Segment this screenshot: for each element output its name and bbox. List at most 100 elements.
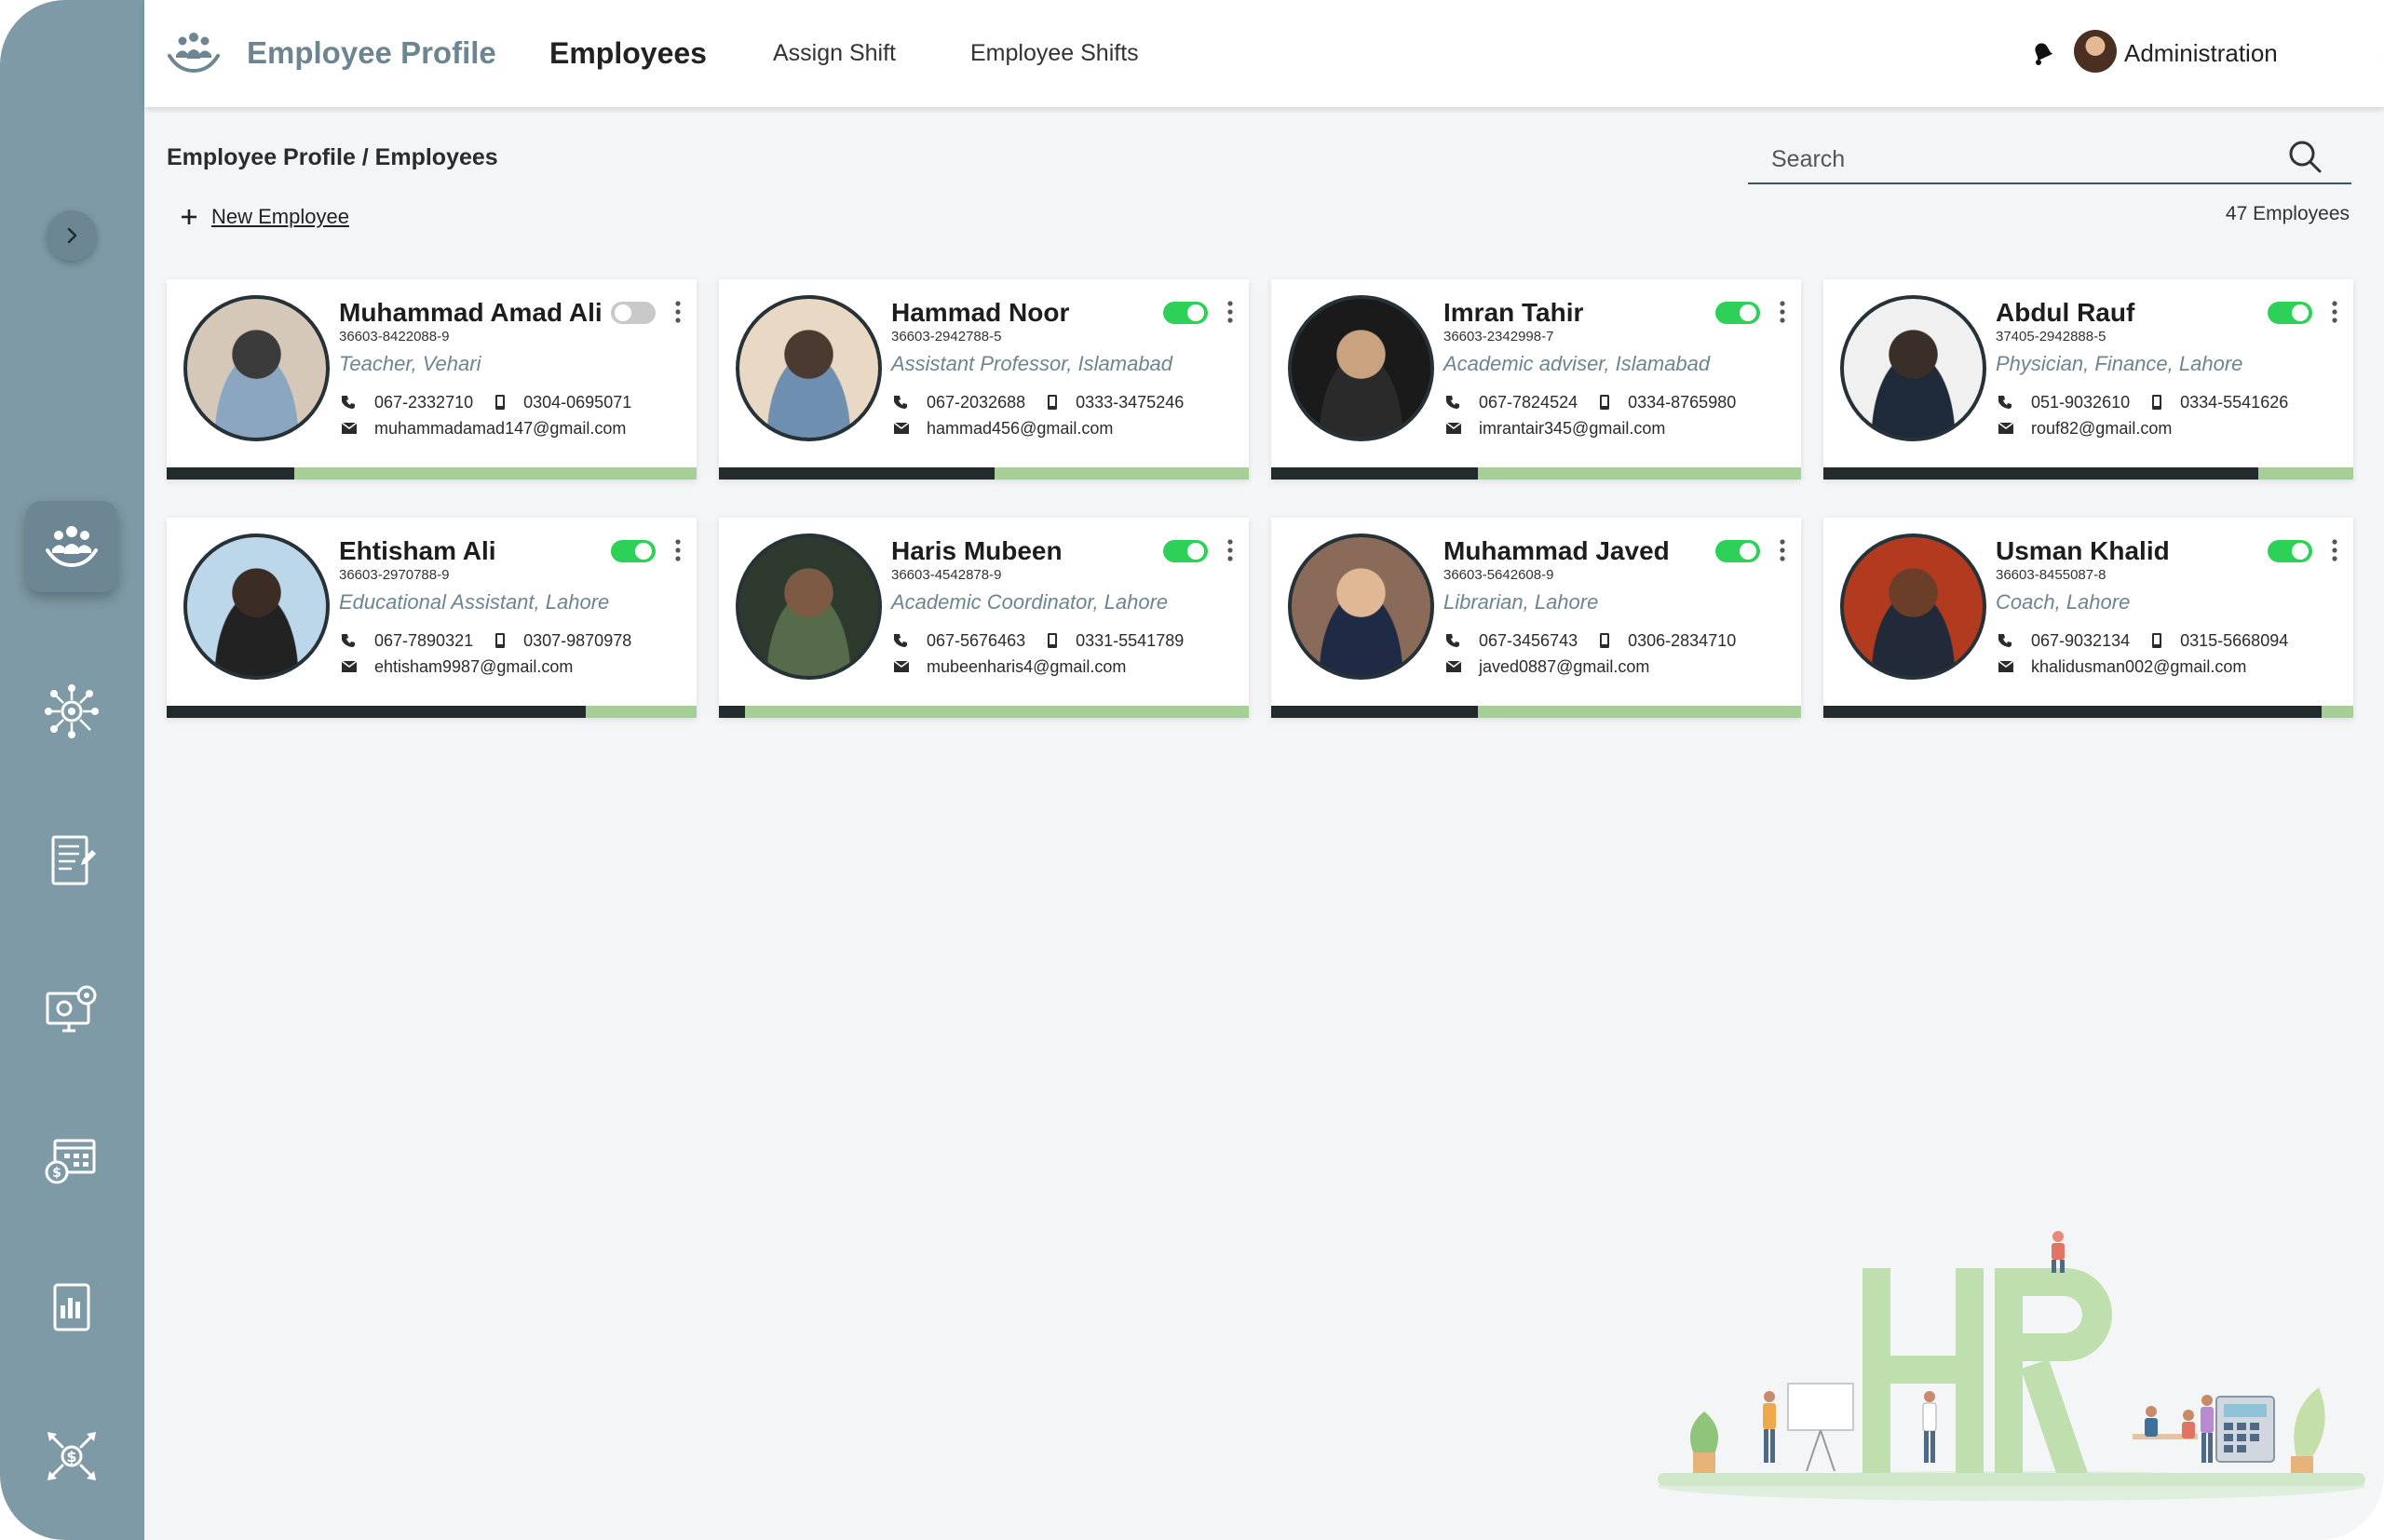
employee-mobile: 0315-5668094 xyxy=(2180,630,2289,650)
employee-name[interactable]: Abdul Rauf xyxy=(1996,298,2134,328)
sidebar-item-monitor-settings[interactable] xyxy=(26,965,117,1056)
phone-icon xyxy=(891,392,912,412)
profile-progress-bar xyxy=(719,706,1249,718)
sidebar-item-employees[interactable] xyxy=(26,501,117,592)
employee-mobile: 0304-0695071 xyxy=(523,392,632,412)
profile-progress-fill xyxy=(719,467,995,480)
employee-email[interactable]: javed0887@gmail.com xyxy=(1479,657,1649,677)
search-icon[interactable] xyxy=(2286,138,2323,175)
employee-status-toggle[interactable] xyxy=(2268,302,2312,324)
card-more-options-icon[interactable] xyxy=(674,300,682,324)
employee-email[interactable]: hammad456@gmail.com xyxy=(927,419,1113,439)
employee-card[interactable]: Haris Mubeen 36603-4542878-9 Academic Co… xyxy=(719,518,1249,718)
employee-cnic: 36603-8422088-9 xyxy=(339,329,450,344)
profile-progress-fill xyxy=(167,706,586,718)
card-more-options-icon[interactable] xyxy=(1226,538,1234,562)
employee-contacts: 067-2332710 0304-0695071 muhammadamad147… xyxy=(339,389,631,441)
employee-status-toggle[interactable] xyxy=(1715,540,1760,562)
employee-name[interactable]: Haris Mubeen xyxy=(891,536,1063,566)
sidebar-item-network[interactable] xyxy=(26,666,117,757)
employee-status-toggle[interactable] xyxy=(2268,540,2312,562)
mail-icon xyxy=(1443,418,1464,439)
card-more-options-icon[interactable] xyxy=(2331,300,2338,324)
employee-cnic: 36603-4542878-9 xyxy=(891,567,1002,583)
employee-name[interactable]: Muhammad Amad Ali xyxy=(339,298,603,328)
card-more-options-icon[interactable] xyxy=(1779,538,1786,562)
bell-icon[interactable] xyxy=(2027,37,2059,69)
card-more-options-icon[interactable] xyxy=(2331,538,2338,562)
employee-avatar[interactable] xyxy=(736,295,882,441)
employee-card[interactable]: Muhammad Javed 36603-5642608-9 Librarian… xyxy=(1271,518,1801,718)
employee-email[interactable]: muhammadamad147@gmail.com xyxy=(374,419,626,439)
profile-progress-fill xyxy=(1271,706,1478,718)
employee-cnic: 36603-5642608-9 xyxy=(1443,567,1554,583)
employee-name[interactable]: Imran Tahir xyxy=(1443,298,1583,328)
svg-text:$: $ xyxy=(52,1166,61,1181)
employee-name[interactable]: Hammad Noor xyxy=(891,298,1069,328)
employee-card[interactable]: Usman Khalid 36603-8455087-8 Coach, Laho… xyxy=(1823,518,2353,718)
nav-tab-employees[interactable]: Employees xyxy=(549,0,707,107)
employee-name[interactable]: Ehtisham Ali xyxy=(339,536,496,566)
card-more-options-icon[interactable] xyxy=(1779,300,1786,324)
employee-email[interactable]: imrantair345@gmail.com xyxy=(1479,419,1665,439)
employee-avatar[interactable] xyxy=(1840,534,1986,680)
employee-cnic: 36603-2970788-9 xyxy=(339,567,450,583)
salary-arrows-icon: $ xyxy=(47,1432,96,1480)
network-icon xyxy=(45,684,99,738)
employee-name[interactable]: Muhammad Javed xyxy=(1443,536,1670,566)
employee-phone: 067-2332710 xyxy=(374,392,474,412)
employee-status-toggle[interactable] xyxy=(1163,540,1208,562)
nav-tab-employee-shifts[interactable]: Employee Shifts xyxy=(970,0,1139,107)
employee-phone: 067-2032688 xyxy=(927,392,1026,412)
employee-mobile: 0306-2834710 xyxy=(1628,630,1737,650)
employee-contacts: 067-7824524 0334-8765980 imrantair345@gm… xyxy=(1443,389,1736,441)
new-employee-button[interactable]: New Employee xyxy=(180,205,349,229)
employee-avatar[interactable] xyxy=(1840,295,1986,441)
team-icon xyxy=(46,526,98,568)
user-name[interactable]: Administration xyxy=(2124,39,2278,68)
mobile-icon xyxy=(1596,392,1613,412)
employee-card[interactable]: Muhammad Amad Ali 36603-8422088-9 Teache… xyxy=(167,279,697,480)
card-more-options-icon[interactable] xyxy=(674,538,682,562)
sidebar-expand-button[interactable] xyxy=(47,210,97,261)
mobile-icon xyxy=(492,392,508,412)
employee-mobile: 0334-8765980 xyxy=(1628,392,1737,412)
employee-email[interactable]: khalidusman002@gmail.com xyxy=(2031,657,2246,677)
phone-icon xyxy=(891,630,912,651)
employee-avatar[interactable] xyxy=(1288,295,1434,441)
profile-progress-fill xyxy=(1823,706,2322,718)
employee-card[interactable]: Abdul Rauf 37405-2942888-5 Physician, Fi… xyxy=(1823,279,2353,480)
employee-avatar[interactable] xyxy=(183,295,330,441)
employee-avatar[interactable] xyxy=(1288,534,1434,680)
employee-status-toggle[interactable] xyxy=(611,540,656,562)
sidebar-item-checklist[interactable] xyxy=(26,816,117,907)
profile-progress-fill xyxy=(1271,467,1478,480)
sidebar-item-salary[interactable]: $ xyxy=(26,1411,117,1502)
search-input[interactable] xyxy=(1771,142,2293,177)
employee-avatar[interactable] xyxy=(183,534,330,680)
profile-progress-fill xyxy=(719,706,746,718)
user-avatar[interactable] xyxy=(2074,30,2117,73)
employee-status-toggle[interactable] xyxy=(611,302,656,324)
employee-email[interactable]: ehtisham9987@gmail.com xyxy=(374,657,573,677)
employee-card[interactable]: Imran Tahir 36603-2342998-7 Academic adv… xyxy=(1271,279,1801,480)
employee-phone: 067-3456743 xyxy=(1479,630,1578,650)
phone-icon xyxy=(1996,392,2016,412)
nav-tab-assign-shift[interactable]: Assign Shift xyxy=(773,0,896,107)
employee-email[interactable]: rouf82@gmail.com xyxy=(2031,419,2172,439)
sidebar-item-reports[interactable] xyxy=(26,1262,117,1353)
card-more-options-icon[interactable] xyxy=(1226,300,1234,324)
phone-icon xyxy=(339,630,359,651)
employee-status-toggle[interactable] xyxy=(1163,302,1208,324)
employee-name[interactable]: Usman Khalid xyxy=(1996,536,2170,566)
employee-status-toggle[interactable] xyxy=(1715,302,1760,324)
employee-email[interactable]: mubeenharis4@gmail.com xyxy=(927,657,1126,677)
employee-card[interactable]: Ehtisham Ali 36603-2970788-9 Educational… xyxy=(167,518,697,718)
employee-contacts: 067-7890321 0307-9870978 ehtisham9987@gm… xyxy=(339,628,631,680)
employee-card[interactable]: Hammad Noor 36603-2942788-5 Assistant Pr… xyxy=(719,279,1249,480)
phone-icon xyxy=(1996,630,2016,651)
mobile-icon xyxy=(1596,630,1613,651)
employee-avatar[interactable] xyxy=(736,534,882,680)
sidebar-item-calendar-payroll[interactable]: $ xyxy=(26,1114,117,1205)
employee-count: 47 Employees xyxy=(2225,203,2350,224)
